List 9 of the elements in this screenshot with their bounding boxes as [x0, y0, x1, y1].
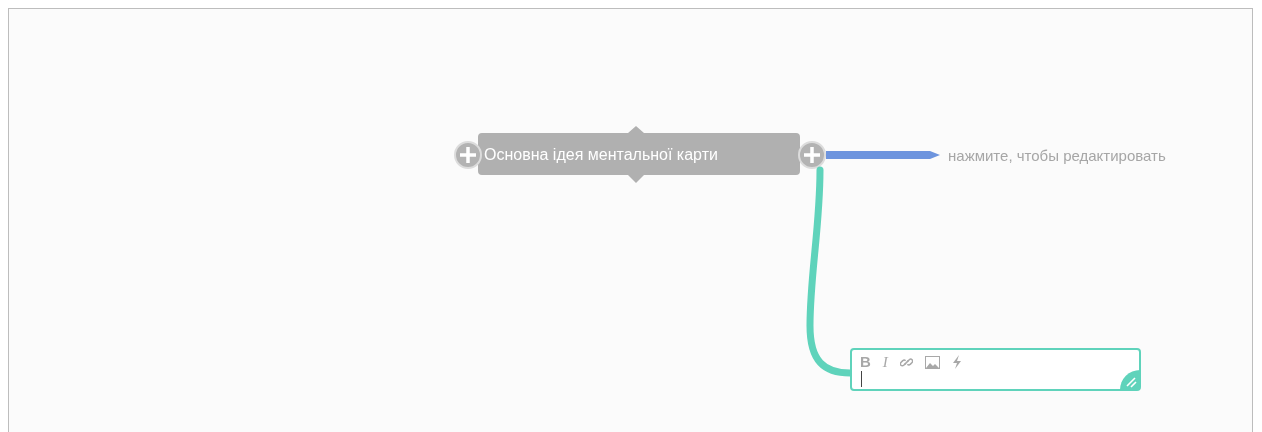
lightning-icon[interactable]: [951, 355, 962, 369]
resize-handle[interactable]: [1120, 370, 1140, 390]
image-icon[interactable]: [924, 355, 940, 369]
text-cursor: [861, 371, 862, 387]
bold-button[interactable]: B: [860, 353, 871, 371]
link-icon[interactable]: [899, 355, 913, 369]
text-editor[interactable]: B I: [850, 348, 1141, 391]
branch-placeholder-label[interactable]: нажмите, чтобы редактировать: [948, 145, 1166, 168]
italic-button[interactable]: I: [882, 353, 888, 371]
